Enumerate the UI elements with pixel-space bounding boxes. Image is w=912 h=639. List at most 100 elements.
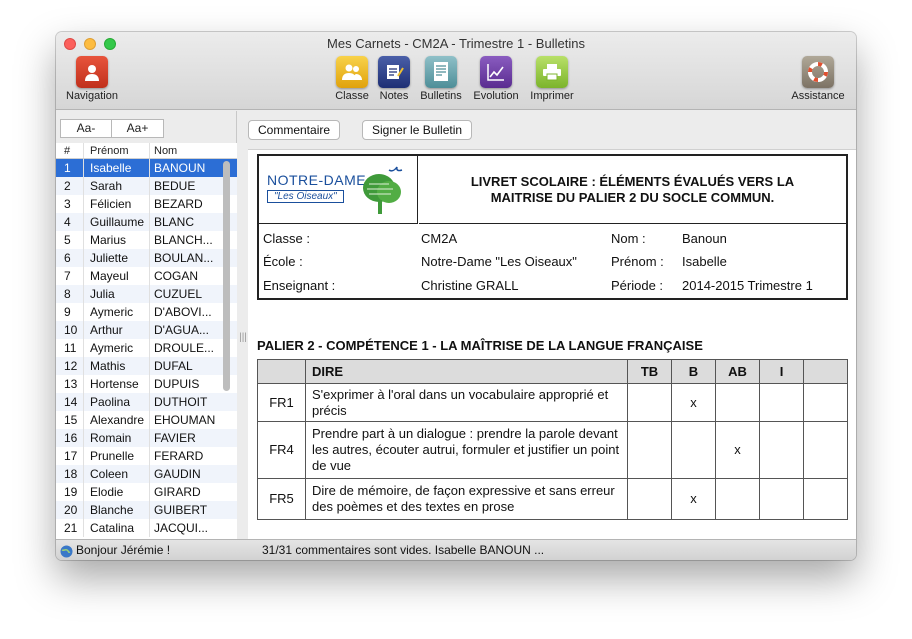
student-row[interactable]: 16 Romain FAVIER — [56, 429, 237, 447]
status-message: 31/31 commentaires sont vides. Isabelle … — [262, 543, 545, 557]
font-size-controls: Aa- Aa+ — [60, 119, 164, 138]
student-prenom: Arthur — [84, 321, 150, 339]
toolbar-assistance-button[interactable]: Assistance — [786, 56, 850, 102]
nom-label: Nom : — [611, 231, 646, 246]
student-row[interactable]: 18 Coleen GAUDIN — [56, 465, 237, 483]
student-prenom: Blanche — [84, 501, 150, 519]
student-list-scrollbar[interactable] — [221, 159, 231, 504]
student-prenom: Marius — [84, 231, 150, 249]
student-nom: CUZUEL — [154, 287, 203, 301]
prenom-value: Isabelle — [682, 254, 727, 269]
sign-bulletin-button[interactable]: Signer le Bulletin — [362, 120, 473, 140]
student-num: 19 — [56, 483, 84, 501]
evaluation-i — [759, 478, 804, 520]
student-row[interactable]: 12 Mathis DUFAL — [56, 357, 237, 375]
student-num: 11 — [56, 339, 84, 357]
student-prenom: Alexandre — [84, 411, 150, 429]
column-header-prenom[interactable]: Prénom — [84, 143, 150, 158]
evaluation-row: FR4 Prendre part à un dialogue : prendre … — [257, 421, 848, 479]
student-row[interactable]: 10 Arthur D'AGUA... — [56, 321, 237, 339]
student-rows: 1 Isabelle BANOUN 2 Sarah BEDUE 3 Félicien BEZAR… — [56, 159, 237, 537]
evaluation-tb — [627, 478, 672, 520]
student-num: 14 — [56, 393, 84, 411]
toolbar-navigation-button[interactable]: Navigation — [62, 56, 122, 102]
student-prenom: Coleen — [84, 465, 150, 483]
student-num: 4 — [56, 213, 84, 231]
toolbar-notes-button[interactable]: Notes — [376, 56, 412, 102]
student-row[interactable]: 21 Catalina JACQUI... — [56, 519, 237, 537]
student-prenom: Mathis — [84, 357, 150, 375]
header-b: B — [671, 359, 716, 384]
student-num: 12 — [56, 357, 84, 375]
student-prenom: Mayeul — [84, 267, 150, 285]
bulletin-header-box: NOTRE-DAME "Les Oiseaux" LIVRET SCOLAIRE… — [257, 154, 848, 300]
student-row[interactable]: 15 Alexandre EHOUMAN — [56, 411, 237, 429]
header-ab: AB — [715, 359, 760, 384]
student-num: 7 — [56, 267, 84, 285]
toolbar-classe-button[interactable]: Classe — [332, 56, 372, 102]
person-icon — [76, 56, 108, 88]
student-prenom: Guillaume — [84, 213, 150, 231]
evaluation-ab — [715, 478, 760, 520]
students-icon — [336, 56, 368, 88]
evaluation-i — [759, 383, 804, 422]
splitter-handle[interactable]: ||| — [238, 332, 248, 346]
student-row[interactable]: 8 Julia CUZUEL — [56, 285, 237, 303]
font-decrease-button[interactable]: Aa- — [60, 119, 112, 138]
student-nom: JACQUI... — [154, 521, 209, 535]
evaluation-text: Prendre part à un dialogue : prendre la … — [305, 421, 628, 479]
student-row[interactable]: 19 Elodie GIRARD — [56, 483, 237, 501]
evaluation-table: DIRE TB B AB I FR1 S'exprimer à l'oral da… — [257, 359, 848, 520]
column-header-nom[interactable]: Nom — [150, 143, 216, 158]
student-row[interactable]: 20 Blanche GUIBERT — [56, 501, 237, 519]
student-row[interactable]: 1 Isabelle BANOUN — [56, 159, 237, 177]
evaluation-row: FR5 Dire de mémoire, de façon expressive … — [257, 478, 848, 520]
student-row[interactable]: 14 Paolina DUTHOIT — [56, 393, 237, 411]
student-nom: DUPUIS — [154, 377, 200, 391]
student-num: 10 — [56, 321, 84, 339]
student-row[interactable]: 2 Sarah BEDUE — [56, 177, 237, 195]
student-row[interactable]: 13 Hortense DUPUIS — [56, 375, 237, 393]
toolbar-imprimer-button[interactable]: Imprimer — [526, 56, 578, 102]
window-title: Mes Carnets - CM2A - Trimestre 1 - Bulle… — [327, 36, 585, 51]
lifebuoy-icon — [802, 56, 834, 88]
ecole-label: École : — [263, 254, 303, 269]
scrollbar-thumb[interactable] — [223, 161, 230, 391]
student-num: 20 — [56, 501, 84, 519]
student-row[interactable]: 6 Juliette BOULAN... — [56, 249, 237, 267]
student-prenom: Juliette — [84, 249, 150, 267]
student-row[interactable]: 5 Marius BLANCH... — [56, 231, 237, 249]
student-row[interactable]: 9 Aymeric D'ABOVI... — [56, 303, 237, 321]
commentaire-button[interactable]: Commentaire — [248, 120, 341, 140]
nom-value: Banoun — [682, 231, 727, 246]
enseignant-value: Christine GRALL — [421, 278, 519, 293]
evaluation-row: FR1 S'exprimer à l'oral dans un vocabulai… — [257, 383, 848, 422]
student-num: 1 — [56, 159, 84, 177]
font-increase-button[interactable]: Aa+ — [112, 119, 164, 138]
student-nom: FERARD — [154, 449, 204, 463]
student-row[interactable]: 17 Prunelle FERARD — [56, 447, 237, 465]
student-prenom: Catalina — [84, 519, 150, 537]
student-nom: BOULAN... — [154, 251, 214, 265]
toolbar-bulletins-button[interactable]: Bulletins — [416, 56, 466, 102]
student-num: 15 — [56, 411, 84, 429]
student-row[interactable]: 7 Mayeul COGAN — [56, 267, 237, 285]
evaluation-extra — [803, 421, 848, 479]
student-num: 2 — [56, 177, 84, 195]
student-row[interactable]: 11 Aymeric DROULE... — [56, 339, 237, 357]
tree-logo-icon — [363, 166, 403, 214]
evaluation-tb — [627, 383, 672, 422]
header-tb: TB — [627, 359, 672, 384]
prenom-label: Prénom : — [611, 254, 664, 269]
evaluation-ab — [715, 383, 760, 422]
student-row[interactable]: 3 Félicien BEZARD — [56, 195, 237, 213]
student-nom: EHOUMAN — [154, 413, 216, 427]
enseignant-label: Enseignant : — [263, 278, 336, 293]
column-header-num[interactable]: # — [56, 143, 84, 158]
student-nom: GAUDIN — [154, 467, 201, 481]
student-nom: GUIBERT — [154, 503, 208, 517]
notes-icon — [378, 56, 410, 88]
student-row[interactable]: 4 Guillaume BLANC — [56, 213, 237, 231]
header-i: I — [759, 359, 804, 384]
toolbar-evolution-button[interactable]: Evolution — [470, 56, 522, 102]
